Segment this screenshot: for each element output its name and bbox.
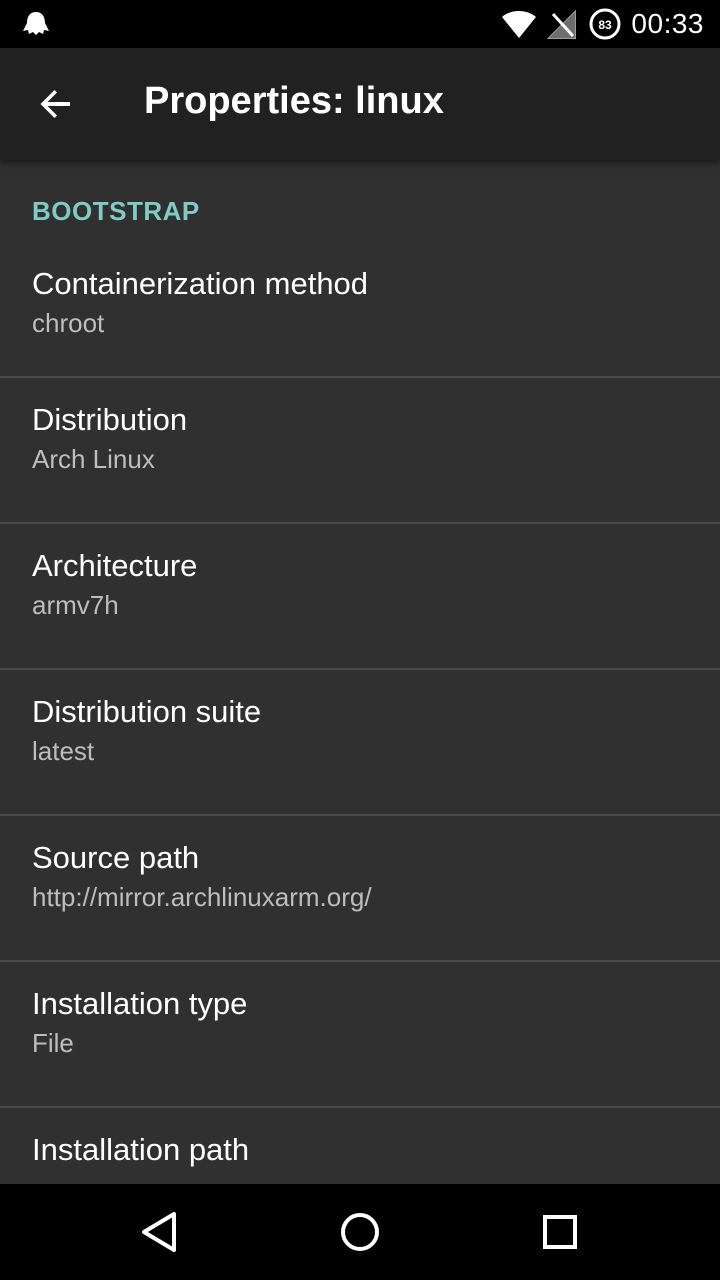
pref-title: Architecture (32, 548, 198, 583)
pref-title: Distribution suite (32, 694, 262, 729)
pref-title: Source path (32, 840, 200, 875)
pref-summary: armv7h (32, 590, 119, 620)
pref-title: Installation type (32, 986, 248, 1021)
pref-title: Distribution (32, 402, 188, 437)
pref-summary: File (32, 1028, 74, 1058)
app-bar: Properties: linux (0, 48, 720, 160)
pref-title: Installation path (32, 1132, 250, 1167)
status-bar: 83 00:33 (0, 0, 720, 48)
arrow-back-icon[interactable] (36, 84, 76, 124)
pref-containerization-method[interactable]: Containerization method chroot (0, 264, 720, 378)
home-circle-icon[interactable] (336, 1208, 384, 1256)
category-header-bootstrap: BOOTSTRAP (32, 196, 200, 226)
battery-icon: 83 (589, 8, 621, 40)
back-triangle-icon[interactable] (136, 1208, 184, 1256)
pref-summary: Arch Linux (32, 444, 155, 474)
navigation-bar (0, 1184, 720, 1280)
recents-square-icon[interactable] (536, 1208, 584, 1256)
pref-architecture[interactable]: Architecture armv7h (0, 524, 720, 670)
pref-installation-type[interactable]: Installation type File (0, 962, 720, 1108)
pref-source-path[interactable]: Source path http://mirror.archlinuxarm.o… (0, 816, 720, 962)
pref-summary: chroot (32, 308, 105, 338)
ghost-notification-icon (23, 12, 49, 35)
pref-installation-path[interactable]: Installation path (0, 1108, 720, 1184)
page-title: Properties: linux (144, 80, 444, 122)
pref-summary: http://mirror.archlinuxarm.org/ (32, 882, 372, 912)
pref-summary: latest (32, 736, 95, 766)
battery-level-text: 83 (599, 18, 613, 32)
no-signal-icon (547, 9, 577, 39)
pref-distribution-suite[interactable]: Distribution suite latest (0, 670, 720, 816)
preferences-list[interactable]: BOOTSTRAP Containerization method chroot… (0, 160, 720, 1184)
status-time: 00:33 (631, 8, 704, 39)
pref-distribution[interactable]: Distribution Arch Linux (0, 378, 720, 524)
wifi-icon (502, 11, 537, 38)
pref-title: Containerization method (32, 266, 369, 301)
